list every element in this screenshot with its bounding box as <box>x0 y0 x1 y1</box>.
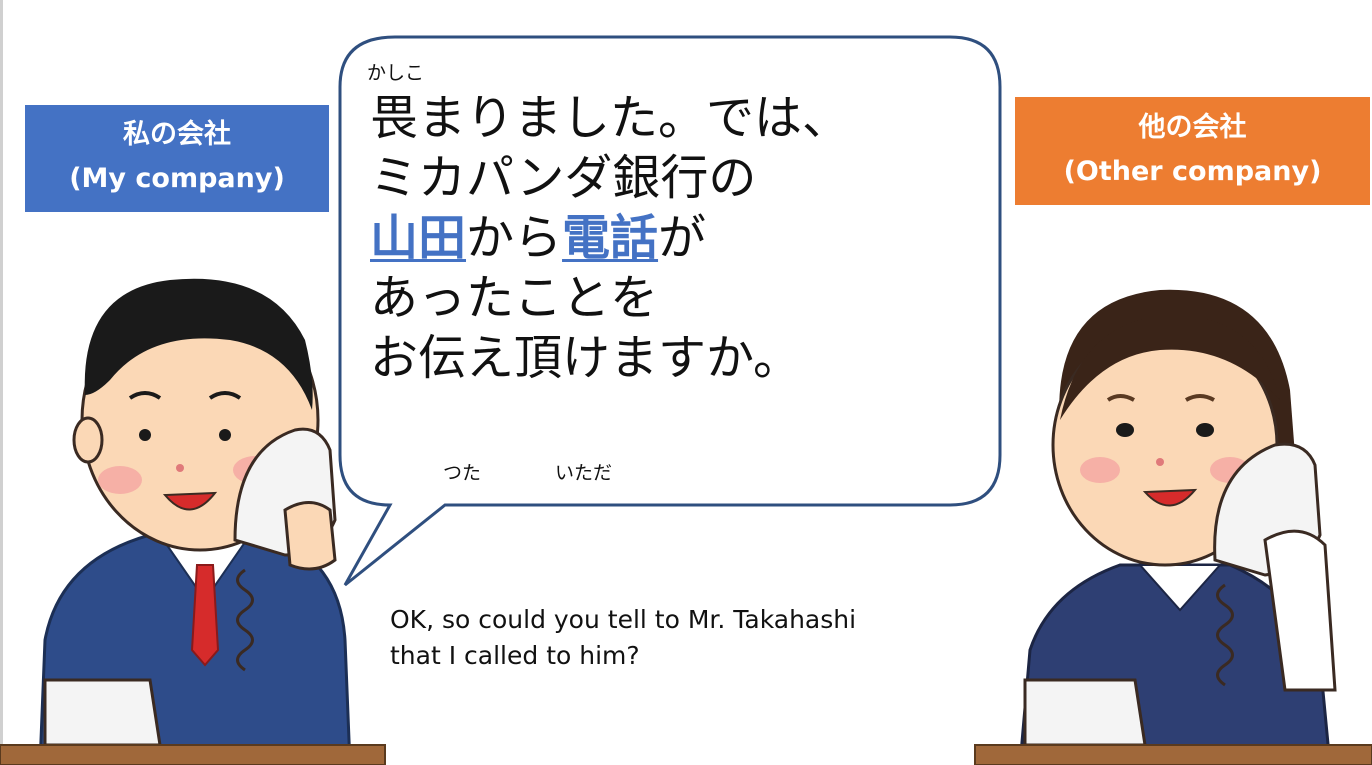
speech-line-4: あったことを <box>370 270 659 326</box>
translation-line-1: OK, so could you tell to Mr. Takahashi <box>390 605 857 634</box>
furigana-tsuta: つた <box>443 462 482 484</box>
speech-line-3: 山田から電話が <box>370 208 990 268</box>
speech-line-5: お伝え頂けますか。 <box>370 330 802 386</box>
businesswoman-on-phone-icon <box>974 289 1372 765</box>
translation-line-2: that I called to him? <box>390 641 640 670</box>
speech-line-3-end: が <box>658 210 707 266</box>
highlight-denwa: 電話 <box>562 210 659 266</box>
furigana-kashiko: かしこ <box>367 62 425 84</box>
speech-bubble-text: 畏まりました。では、 ミカパンダ銀行の 山田から電話が あったことを お伝え頂け… <box>370 88 990 388</box>
highlight-yamada: 山田 <box>370 210 467 266</box>
speech-line-3-mid: から <box>466 210 563 266</box>
speech-line-2: ミカパンダ銀行の <box>370 150 757 206</box>
slide: 私の会社 (My company) 他の会社 (Other company) か… <box>0 0 1372 765</box>
businessman-on-phone-icon <box>0 278 386 765</box>
speech-line-1: 畏まりました。では、 <box>370 90 851 146</box>
english-translation: OK, so could you tell to Mr. Takahashi t… <box>390 602 1010 674</box>
furigana-itada: いただ <box>555 462 613 484</box>
